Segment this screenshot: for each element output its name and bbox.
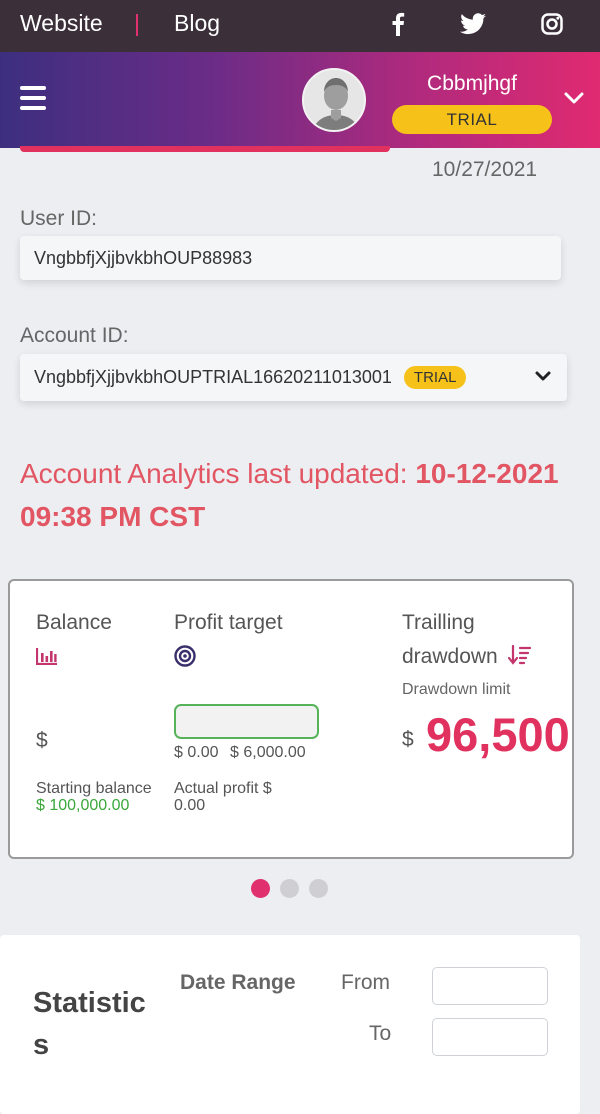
blog-link[interactable]: Blog	[174, 10, 220, 37]
user-id-value: VngbbfjXjjbvkbhOUP88983	[34, 247, 253, 268]
to-date-input[interactable]	[432, 1018, 548, 1056]
drawdown-currency: $	[402, 728, 414, 751]
carousel-dot-1[interactable]	[251, 879, 270, 898]
twitter-icon[interactable]	[459, 10, 487, 38]
header-underline	[20, 146, 390, 152]
profit-target-label: Profit target	[174, 611, 283, 634]
menu-icon[interactable]	[20, 86, 46, 110]
chevron-down-icon[interactable]	[533, 366, 553, 386]
carousel-dot-3[interactable]	[309, 879, 328, 898]
from-label: From	[341, 971, 390, 994]
facebook-icon[interactable]	[384, 10, 412, 38]
starting-balance: Starting balance $ 100,000.00	[36, 780, 156, 814]
drawdown-title-2: drawdown	[402, 644, 532, 671]
account-id-select[interactable]: VngbbfjXjjbvkbhOUPTRIAL16620211013001 TR…	[20, 354, 567, 401]
sort-down-icon	[507, 644, 532, 671]
avatar[interactable]	[302, 68, 366, 132]
trial-badge: TRIAL	[392, 105, 552, 134]
date-range-label: Date Range	[180, 971, 296, 994]
instagram-icon[interactable]	[538, 10, 566, 38]
account-trial-badge: TRIAL	[403, 366, 467, 389]
profit-target-value: $ 6,000.00	[230, 744, 306, 761]
carousel-dots	[251, 879, 328, 898]
username[interactable]: Cbbmjhgf	[392, 72, 552, 96]
profit-min: $ 0.00	[174, 744, 219, 761]
link-divider	[136, 14, 138, 36]
drawdown-value: 96,500.	[426, 708, 574, 761]
account-id-label: Account ID:	[20, 324, 129, 347]
actual-profit-value: 0.00	[174, 797, 206, 814]
user-id-field[interactable]: VngbbfjXjjbvkbhOUP88983	[20, 236, 561, 280]
drawdown-title-word: drawdown	[402, 645, 498, 668]
carousel-dot-2[interactable]	[280, 879, 299, 898]
chevron-down-icon[interactable]	[562, 86, 586, 110]
analytics-card: Balance $ Starting balance $ 100,000.00 …	[8, 579, 574, 859]
user-id-label: User ID:	[20, 207, 98, 230]
website-link[interactable]: Website	[20, 10, 103, 37]
starting-balance-value: $ 100,000.00	[36, 797, 130, 814]
balance-currency: $	[36, 729, 48, 752]
actual-profit-label: Actual profit $	[174, 780, 272, 797]
starting-balance-label: Starting balance	[36, 780, 152, 797]
from-date-input[interactable]	[432, 967, 548, 1005]
profit-progress-bar	[174, 704, 319, 739]
bar-chart-icon	[35, 647, 58, 670]
to-label: To	[369, 1022, 392, 1045]
drawdown-title: Trailling	[402, 611, 475, 634]
analytics-updated: Account Analytics last updated: 10-12-20…	[20, 452, 580, 538]
balance-label: Balance	[36, 611, 112, 634]
app-header: Cbbmjhgf TRIAL	[0, 52, 600, 148]
statistics-title: Statistics	[33, 987, 146, 1061]
statistics-panel: Statistics Date Range From To	[0, 935, 580, 1114]
account-id-value: VngbbfjXjjbvkbhOUPTRIAL16620211013001	[34, 367, 392, 387]
profile-date: 10/27/2021	[432, 158, 538, 181]
analytics-prefix: Account Analytics last updated:	[20, 458, 408, 489]
drawdown-limit-label: Drawdown limit	[402, 681, 511, 698]
target-icon	[174, 645, 196, 672]
top-link-bar: Website Blog	[0, 0, 600, 52]
